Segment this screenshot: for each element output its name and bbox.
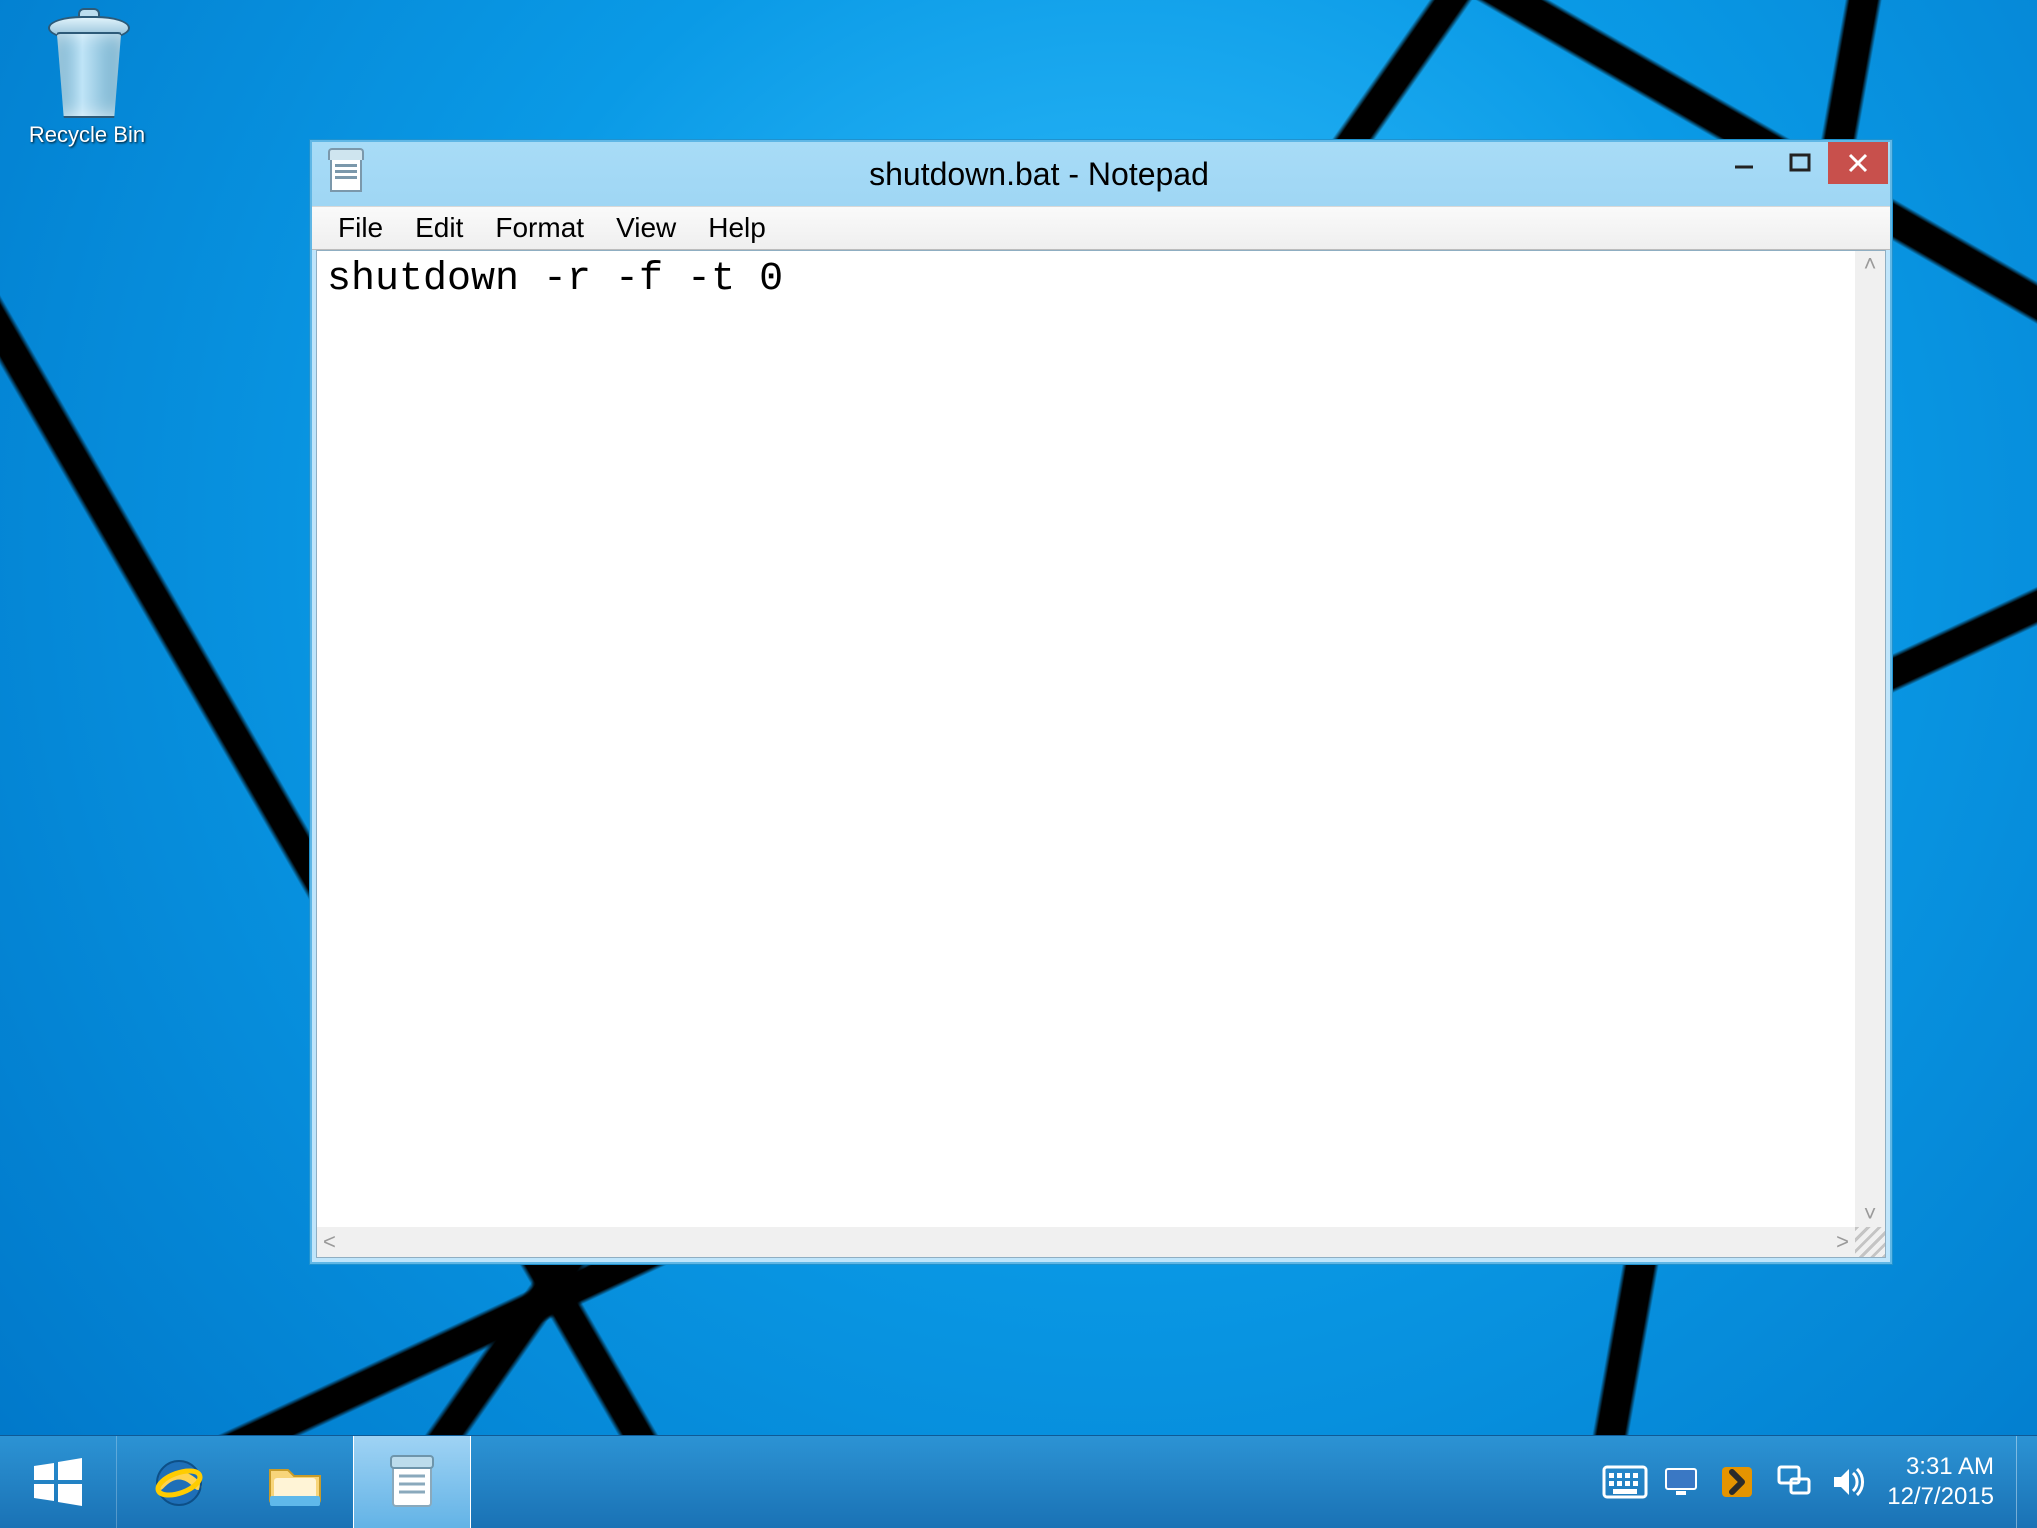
maximize-button[interactable]: [1772, 142, 1828, 184]
tray-network[interactable]: [1771, 1460, 1815, 1504]
minimize-button[interactable]: [1716, 142, 1772, 184]
keyboard-icon: [1602, 1465, 1648, 1499]
folder-icon: [266, 1456, 324, 1508]
start-button[interactable]: [0, 1436, 117, 1528]
titlebar[interactable]: shutdown.bat - Notepad: [312, 142, 1890, 206]
window-title: shutdown.bat - Notepad: [362, 156, 1716, 193]
taskbar: 3:31 AM 12/7/2015: [0, 1435, 2037, 1528]
taskbar-right: 3:31 AM 12/7/2015: [1603, 1436, 2037, 1528]
windows-logo-icon: [32, 1456, 84, 1508]
taskbar-app-explorer[interactable]: [237, 1436, 353, 1528]
horizontal-scrollbar[interactable]: < >: [317, 1227, 1855, 1257]
menu-format[interactable]: Format: [479, 208, 600, 248]
notepad-icon: [330, 156, 362, 192]
tray-intel-graphics[interactable]: [1659, 1460, 1703, 1504]
internet-explorer-icon: [150, 1453, 208, 1511]
scroll-right-icon: >: [1836, 1229, 1849, 1255]
notepad-window[interactable]: shutdown.bat - Notepad File Edit Format …: [310, 140, 1892, 1264]
taskbar-clock[interactable]: 3:31 AM 12/7/2015: [1883, 1452, 2004, 1512]
clock-date: 12/7/2015: [1887, 1482, 1994, 1512]
desktop-wallpaper[interactable]: Recycle Bin shutdown.bat - Notepad File …: [0, 0, 2037, 1528]
window-buttons: [1716, 142, 1888, 184]
notepad-taskbar-icon: [387, 1454, 437, 1510]
scroll-left-icon: <: [323, 1229, 336, 1255]
menu-view[interactable]: View: [600, 208, 692, 248]
taskbar-left: [0, 1436, 471, 1528]
menu-help[interactable]: Help: [692, 208, 782, 248]
scroll-down-icon: ˅: [1864, 1201, 1877, 1227]
scroll-up-icon: ˄: [1864, 251, 1877, 277]
network-icon: [1775, 1465, 1811, 1499]
resize-grip[interactable]: [1855, 1227, 1885, 1257]
monitor-icon: [1664, 1465, 1698, 1499]
vertical-scrollbar[interactable]: ˄ ˅: [1855, 251, 1885, 1227]
plex-icon: [1722, 1467, 1752, 1497]
close-button[interactable]: [1828, 142, 1888, 184]
clock-time: 3:31 AM: [1887, 1452, 1994, 1482]
menu-edit[interactable]: Edit: [399, 208, 479, 248]
menu-file[interactable]: File: [322, 208, 399, 248]
client-area: shutdown -r -f -t 0 ˄ ˅ < >: [316, 250, 1886, 1258]
show-desktop-button[interactable]: [2016, 1436, 2031, 1528]
taskbar-app-notepad[interactable]: [353, 1436, 471, 1528]
speaker-icon: [1831, 1465, 1867, 1499]
tray-touch-keyboard[interactable]: [1603, 1460, 1647, 1504]
minimize-icon: [1733, 152, 1755, 174]
taskbar-app-ie[interactable]: [121, 1436, 237, 1528]
menubar: File Edit Format View Help: [312, 206, 1890, 250]
close-icon: [1847, 152, 1869, 174]
recycle-bin-icon: [42, 8, 132, 118]
desktop-icon-recycle-bin[interactable]: Recycle Bin: [12, 8, 162, 148]
text-editor[interactable]: shutdown -r -f -t 0: [317, 251, 1855, 1227]
desktop-icon-label: Recycle Bin: [12, 122, 162, 148]
tray-plex[interactable]: [1715, 1460, 1759, 1504]
maximize-icon: [1789, 152, 1811, 174]
tray-volume[interactable]: [1827, 1460, 1871, 1504]
